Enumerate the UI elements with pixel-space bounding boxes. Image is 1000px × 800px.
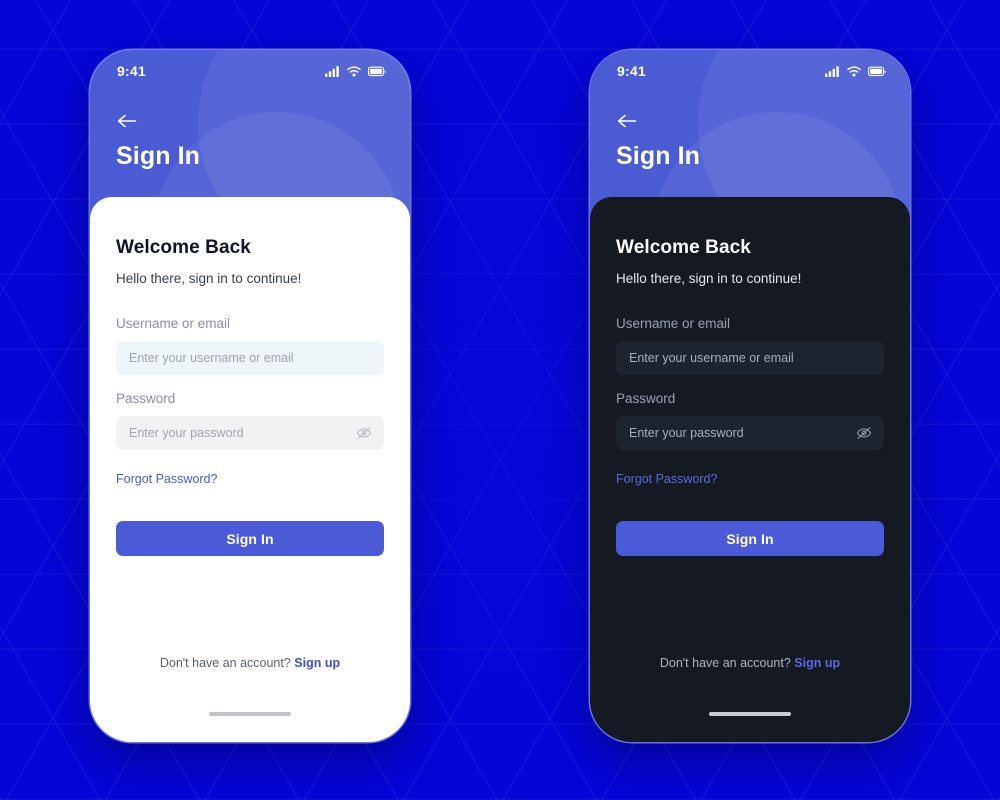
eye-off-icon[interactable] bbox=[856, 426, 872, 440]
back-arrow-icon bbox=[616, 112, 638, 135]
password-field-group-light: Password Enter your password bbox=[116, 391, 384, 450]
back-arrow-icon bbox=[116, 112, 138, 135]
welcome-subtitle-dark: Hello there, sign in to continue! bbox=[616, 271, 802, 286]
password-placeholder-light: Enter your password bbox=[129, 426, 244, 440]
status-bar-icons bbox=[825, 65, 886, 77]
username-field-group-light: Username or email Enter your username or… bbox=[116, 316, 384, 375]
status-bar-dark: 9:41 bbox=[590, 50, 910, 92]
username-placeholder-light: Enter your username or email bbox=[129, 351, 294, 365]
phone-mockup-dark: 9:41 Sign In Welcome Back Hello there, s… bbox=[590, 50, 910, 742]
screen-title-dark: Sign In bbox=[616, 142, 701, 170]
password-placeholder-dark: Enter your password bbox=[629, 426, 744, 440]
password-input-light[interactable]: Enter your password bbox=[116, 416, 384, 450]
home-indicator-light bbox=[209, 712, 291, 716]
signin-button-light[interactable]: Sign In bbox=[116, 521, 384, 556]
signin-button-dark[interactable]: Sign In bbox=[616, 521, 884, 556]
forgot-password-link-light[interactable]: Forgot Password? bbox=[116, 472, 217, 486]
battery-icon bbox=[368, 66, 386, 77]
forgot-password-link-dark[interactable]: Forgot Password? bbox=[616, 472, 717, 486]
username-input-light[interactable]: Enter your username or email bbox=[116, 341, 384, 375]
wifi-icon bbox=[347, 65, 361, 77]
signup-link-dark[interactable]: Sign up bbox=[794, 656, 840, 670]
username-label-light: Username or email bbox=[116, 316, 231, 331]
wifi-icon bbox=[847, 65, 861, 77]
welcome-subtitle-light: Hello there, sign in to continue! bbox=[116, 271, 302, 286]
password-label-light: Password bbox=[116, 391, 176, 406]
phone-mockup-light: 9:41 Sign In Welcome Back Hello there, s… bbox=[90, 50, 410, 742]
eye-off-icon[interactable] bbox=[356, 426, 372, 440]
cellular-signal-icon bbox=[325, 65, 340, 77]
status-bar-light: 9:41 bbox=[90, 50, 410, 92]
signup-footer-light: Don't have an account? Sign up bbox=[90, 656, 410, 670]
status-bar-time: 9:41 bbox=[617, 63, 646, 79]
username-placeholder-dark: Enter your username or email bbox=[629, 351, 794, 365]
welcome-heading-light: Welcome Back bbox=[116, 237, 251, 258]
back-button-dark[interactable] bbox=[616, 108, 648, 138]
mockup-stage: 9:41 Sign In Welcome Back Hello there, s… bbox=[0, 0, 1000, 800]
home-indicator-dark bbox=[709, 712, 791, 716]
password-input-dark[interactable]: Enter your password bbox=[616, 416, 884, 450]
password-field-group-dark: Password Enter your password bbox=[616, 391, 884, 450]
signup-footer-dark: Don't have an account? Sign up bbox=[590, 656, 910, 670]
username-label-dark: Username or email bbox=[616, 316, 731, 331]
signup-prompt-light: Don't have an account? bbox=[159, 656, 291, 670]
battery-icon bbox=[868, 66, 886, 77]
screen-title-light: Sign In bbox=[116, 142, 201, 170]
cellular-signal-icon bbox=[825, 65, 840, 77]
password-label-dark: Password bbox=[616, 391, 676, 406]
username-input-dark[interactable]: Enter your username or email bbox=[616, 341, 884, 375]
username-field-group-dark: Username or email Enter your username or… bbox=[616, 316, 884, 375]
status-bar-time: 9:41 bbox=[117, 63, 146, 79]
back-button-light[interactable] bbox=[116, 108, 148, 138]
welcome-heading-dark: Welcome Back bbox=[616, 237, 751, 258]
signup-link-light[interactable]: Sign up bbox=[294, 656, 340, 670]
signup-prompt-dark: Don't have an account? bbox=[659, 656, 791, 670]
status-bar-icons bbox=[325, 65, 386, 77]
